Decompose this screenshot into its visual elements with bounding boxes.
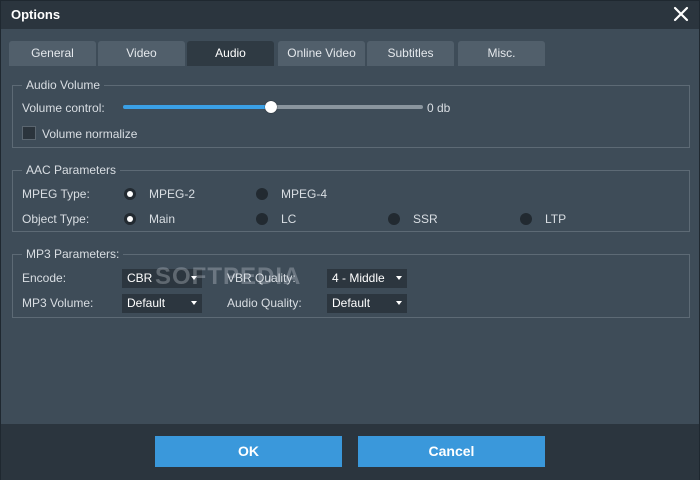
- audio-volume-legend: Audio Volume: [22, 78, 105, 92]
- object-lc-radio[interactable]: [256, 213, 268, 225]
- mpeg4-label: MPEG-4: [281, 187, 328, 201]
- audio-panel: Audio Volume Volume control: 0 db Volume…: [1, 66, 699, 423]
- object-lc-label: LC: [281, 212, 297, 226]
- vbr-quality-value: 4 - Middle: [332, 271, 385, 285]
- mp3-parameters-group: MP3 Parameters: Encode: CBR VBR Quality:…: [12, 247, 690, 318]
- object-ssr-radio[interactable]: [388, 213, 400, 225]
- ok-button[interactable]: OK: [155, 436, 342, 467]
- object-ssr-label: SSR: [413, 212, 438, 226]
- mpeg2-radio[interactable]: [124, 188, 136, 200]
- audio-volume-group: Audio Volume Volume control: 0 db Volume…: [12, 78, 690, 148]
- tab-subtitles[interactable]: Subtitles: [367, 41, 454, 66]
- volume-slider-fill[interactable]: [123, 105, 271, 109]
- mp3-volume-label: MP3 Volume:: [22, 296, 94, 310]
- dialog-title: Options: [11, 7, 61, 22]
- object-main-label: Main: [149, 212, 176, 226]
- vbr-quality-select[interactable]: 4 - Middle: [327, 269, 407, 288]
- tab-misc[interactable]: Misc.: [458, 41, 545, 66]
- mpeg4-radio[interactable]: [256, 188, 268, 200]
- volume-slider-track[interactable]: [271, 105, 423, 109]
- chevron-down-icon: [191, 301, 197, 305]
- watermark: SOFTPEDIA: [155, 263, 302, 290]
- chevron-down-icon: [396, 276, 402, 280]
- volume-value: 0 db: [427, 101, 451, 115]
- mp3-volume-value: Default: [127, 296, 166, 310]
- aac-parameters-group: AAC Parameters MPEG Type: MPEG-2 MPEG-4 …: [12, 163, 690, 232]
- volume-slider-handle[interactable]: [265, 101, 277, 113]
- audio-quality-value: Default: [332, 296, 371, 310]
- encode-value: CBR: [127, 271, 153, 285]
- volume-normalize-checkbox[interactable]: [22, 126, 36, 140]
- volume-normalize-label: Volume normalize: [42, 127, 138, 141]
- title-bar: Options: [1, 1, 699, 29]
- object-ltp-radio[interactable]: [520, 213, 532, 225]
- object-main-radio[interactable]: [124, 213, 136, 225]
- dialog-footer: OK Cancel: [1, 424, 699, 480]
- close-icon[interactable]: [671, 4, 691, 24]
- mp3-volume-select[interactable]: Default: [122, 294, 202, 313]
- mpeg2-label: MPEG-2: [149, 187, 196, 201]
- tab-video[interactable]: Video: [98, 41, 185, 66]
- tab-general[interactable]: General: [9, 41, 96, 66]
- mp3-parameters-legend: MP3 Parameters:: [22, 247, 124, 261]
- volume-control-label: Volume control:: [22, 101, 105, 115]
- cancel-button[interactable]: Cancel: [358, 436, 545, 467]
- mpeg-type-label: MPEG Type:: [22, 187, 90, 201]
- object-type-label: Object Type:: [22, 212, 90, 226]
- options-dialog: Options General Video Audio Online Video…: [0, 0, 700, 480]
- encode-label: Encode:: [22, 271, 67, 285]
- aac-parameters-legend: AAC Parameters: [22, 163, 121, 177]
- audio-quality-label: Audio Quality:: [227, 296, 302, 310]
- audio-quality-select[interactable]: Default: [327, 294, 407, 313]
- tab-audio[interactable]: Audio: [187, 41, 274, 66]
- object-ltp-label: LTP: [545, 212, 567, 226]
- chevron-down-icon: [396, 301, 402, 305]
- tab-online-video[interactable]: Online Video: [278, 41, 365, 66]
